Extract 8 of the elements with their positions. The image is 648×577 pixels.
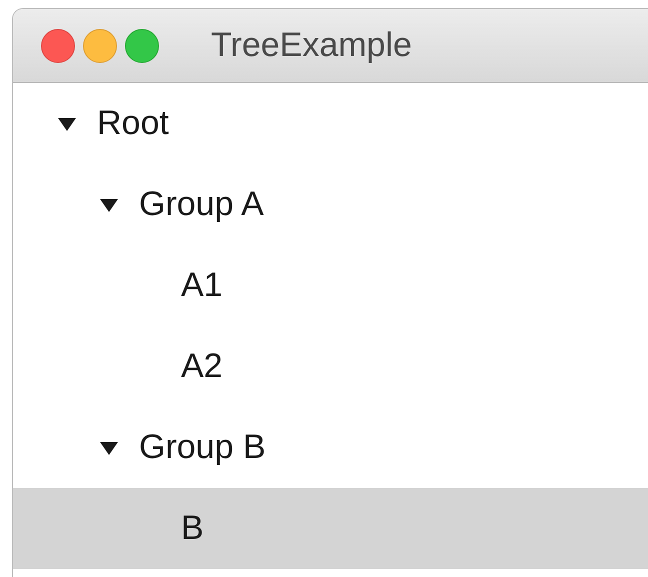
tree-item[interactable]: A1 xyxy=(13,245,648,326)
tree-item[interactable]: A2 xyxy=(13,326,648,407)
tree-item[interactable]: Root xyxy=(13,83,648,164)
tree-item[interactable]: Group A xyxy=(13,164,648,245)
tree-item[interactable]: Group B xyxy=(13,407,648,488)
close-button[interactable] xyxy=(41,28,75,62)
window-title: TreeExample xyxy=(211,26,412,65)
tree-item[interactable]: B xyxy=(13,488,648,569)
